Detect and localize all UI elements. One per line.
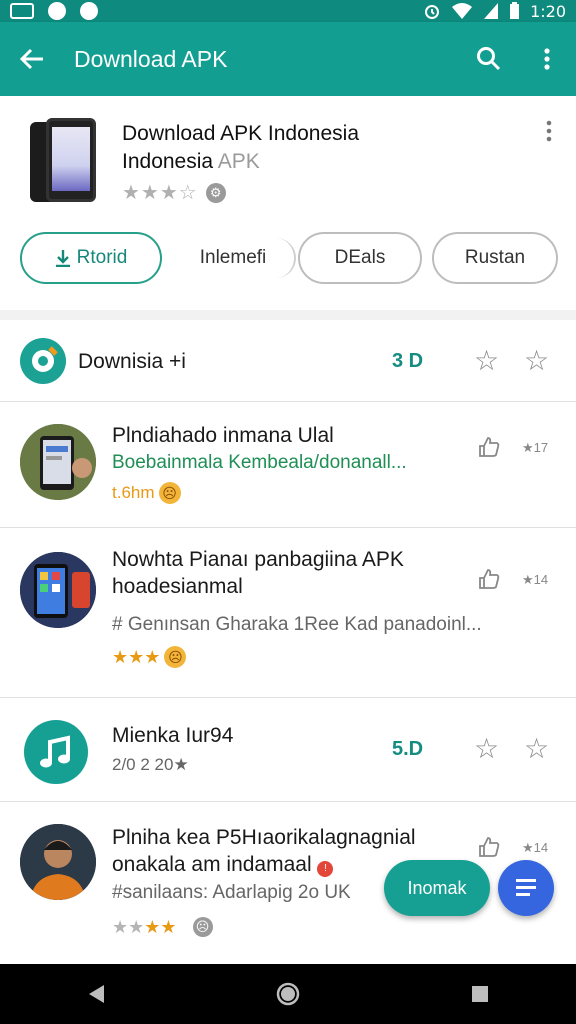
alarm-icon [425, 5, 440, 19]
status-bar: 1:20 [0, 0, 576, 22]
chip-rustan[interactable]: Rustan [432, 232, 558, 284]
status-time: 1:20 [530, 1, 566, 21]
item-title: Mienka Iur94 [112, 724, 234, 747]
signal-icon [484, 3, 499, 19]
item-subtitle: #sanilaans: Adarlapig 2o UK [112, 882, 351, 903]
emoji-icon: ☹ [164, 646, 187, 668]
header-more-button[interactable] [544, 120, 554, 142]
info-icon: ⚙ [205, 182, 226, 203]
chip-label: Rustan [464, 247, 526, 268]
rating-stars: ★★★★ [112, 917, 177, 937]
item-size: 3 D [392, 350, 424, 372]
app-header-card: Download APK Indonesia Indonesia APK ★★★… [0, 96, 576, 310]
rating-stars: ★★★ [112, 647, 161, 667]
wifi-icon [452, 3, 473, 19]
item-count-value: 14 [533, 572, 549, 587]
app-icon-phone [20, 118, 100, 206]
chip-inlemefi[interactable]: Inlemefi [174, 232, 296, 284]
list-item[interactable]: Plndiahado inmana Ulal Boebainmala Kembe… [0, 402, 576, 528]
item-rating: ★★★ ☹ [112, 646, 187, 668]
app-thumbnail [20, 552, 96, 628]
item-count: ★14 [522, 840, 549, 855]
list-item[interactable]: Nowhta Pianaı panbagiina APK hoadesianma… [0, 528, 576, 698]
nav-home-button[interactable] [258, 964, 318, 1024]
download-icon [55, 250, 70, 267]
back-button[interactable] [0, 22, 64, 96]
emoji-icon: ☹ [158, 482, 181, 504]
more-vert-icon [546, 120, 552, 142]
item-meta: 2/0 2 20★ [112, 755, 189, 774]
nav-recents-button[interactable] [450, 964, 510, 1024]
music-app-icon [24, 720, 88, 784]
app-list: Downisia +i 3 D ☆ ☆ Plndiahado inmana Ul… [0, 320, 576, 964]
app-title-faint: APK [217, 150, 260, 173]
music-note-icon [40, 735, 70, 768]
record-icon [48, 2, 66, 20]
notification-icon [80, 2, 98, 20]
item-rating: ★★★★ ☹ [112, 916, 213, 938]
search-button[interactable] [460, 22, 518, 96]
thumbs-up-icon[interactable] [478, 436, 500, 458]
app-thumbnail [20, 424, 96, 500]
item-title: Plndiahado inmana Ulal [112, 424, 334, 447]
item-count: ★17 [522, 440, 549, 455]
item-title-line1: Nowhta Pianaı panbagiina APK [112, 548, 404, 571]
star-outline-icon[interactable]: ☆ [474, 344, 499, 377]
item-meta: t.6hm ☹ [112, 482, 181, 504]
square-recents-icon [472, 986, 488, 1002]
avatar [20, 824, 96, 900]
app-title-line1: Download APK Indonesia [122, 122, 359, 145]
item-count: ★14 [522, 572, 549, 587]
star-outline-icon[interactable]: ☆ [524, 344, 549, 377]
item-subtitle: Boebainmala Kembeala/donanall... [112, 452, 407, 473]
item-title: Nowhta Pianaı panbagiina APK hoadesianma… [112, 546, 404, 600]
item-count-value: 14 [533, 840, 549, 855]
more-vert-icon [544, 48, 550, 70]
list-item[interactable]: Downisia +i 3 D ☆ ☆ [0, 320, 576, 402]
circle-home-icon [276, 982, 300, 1006]
item-meta-text: t.6hm [112, 483, 155, 502]
item-count-value: 17 [533, 440, 549, 455]
app-rating: ★★★☆ ⚙ [122, 180, 226, 205]
badge-icon: ! [317, 861, 334, 877]
page-title: Download APK [74, 45, 228, 72]
nav-back-button[interactable] [66, 964, 126, 1024]
chip-label: Inlemefi [199, 247, 267, 268]
chip-label: DEals [334, 247, 386, 268]
thumbs-up-icon[interactable] [478, 568, 500, 590]
star-outline-icon[interactable]: ☆ [524, 732, 549, 765]
app-title: Download APK Indonesia Indonesia APK [122, 120, 359, 176]
item-title-line2: onakala am indamaal [112, 853, 312, 876]
app-logo-icon [20, 338, 66, 384]
item-title-line2: hoadesianmal [112, 575, 243, 598]
list-icon [516, 879, 536, 896]
triangle-back-icon [89, 985, 104, 1003]
list-fab[interactable] [498, 860, 554, 916]
item-size: 5.D [392, 738, 424, 760]
photo-icon [10, 3, 34, 19]
chip-rtorid[interactable]: Rtorid [20, 232, 162, 284]
item-subtitle: # Genınsan Gharaka 1Ree Kad panadoinl... [112, 614, 482, 635]
battery-icon [510, 2, 520, 19]
info-icon: ☹ [192, 917, 213, 937]
chip-deals[interactable]: DEals [298, 232, 422, 284]
chip-label: Rtorid [76, 247, 128, 268]
star-outline-icon[interactable]: ☆ [474, 732, 499, 765]
rating-stars: ★★★☆ [122, 182, 198, 204]
item-title: Downisia +i [78, 350, 186, 373]
app-title-line2: Indonesia [122, 150, 214, 173]
overflow-menu-button[interactable] [518, 22, 576, 96]
install-fab[interactable]: Inomak [384, 860, 490, 916]
filter-chips: Rtorid Inlemefi DEals Rustan [20, 232, 560, 286]
item-title: Plniha kea P5Hıaorikalagnagnial onakala … [112, 824, 416, 878]
search-icon [477, 47, 501, 71]
app-bar: Download APK [0, 22, 576, 96]
system-nav-bar [0, 964, 576, 1024]
thumbs-up-icon[interactable] [478, 836, 500, 858]
item-title-line1: Plniha kea P5Hıaorikalagnagnial [112, 826, 416, 849]
back-arrow-icon [19, 48, 43, 70]
list-item[interactable]: Mienka Iur94 2/0 2 20★ 5.D ☆ ☆ [0, 698, 576, 802]
